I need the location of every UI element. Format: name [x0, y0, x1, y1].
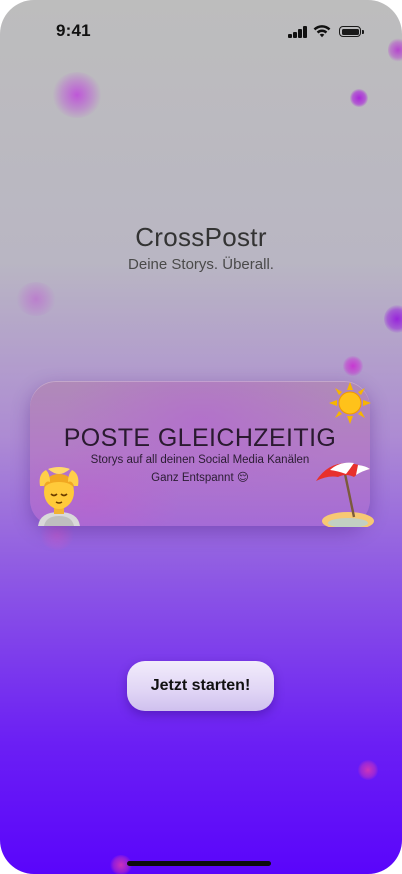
bokeh-blob [52, 72, 102, 118]
status-bar: 9:41 [0, 0, 402, 56]
start-button[interactable]: Jetzt starten! [127, 661, 274, 711]
status-time: 9:41 [56, 21, 91, 40]
card-headline: POSTE GLEICHZEITIG [63, 424, 337, 452]
relaxing-person-icon [38, 467, 80, 526]
bokeh-blob [16, 282, 56, 316]
home-indicator[interactable] [127, 861, 271, 866]
bokeh-blob [350, 89, 368, 107]
bokeh-blob [343, 356, 363, 376]
app-tagline: Deine Storys. Überall. [128, 256, 274, 273]
bokeh-blob [384, 305, 402, 333]
app-title: CrossPostr [135, 222, 267, 252]
bokeh-blob [358, 760, 378, 780]
battery-icon [339, 26, 364, 37]
cellular-signal-icon [288, 26, 308, 38]
onboarding-screen: 9:41 CrossPostr Deine Storys. Überall. P… [0, 0, 402, 874]
sun-icon [329, 382, 371, 424]
beach-umbrella-icon [316, 462, 374, 527]
wifi-icon [313, 25, 331, 38]
